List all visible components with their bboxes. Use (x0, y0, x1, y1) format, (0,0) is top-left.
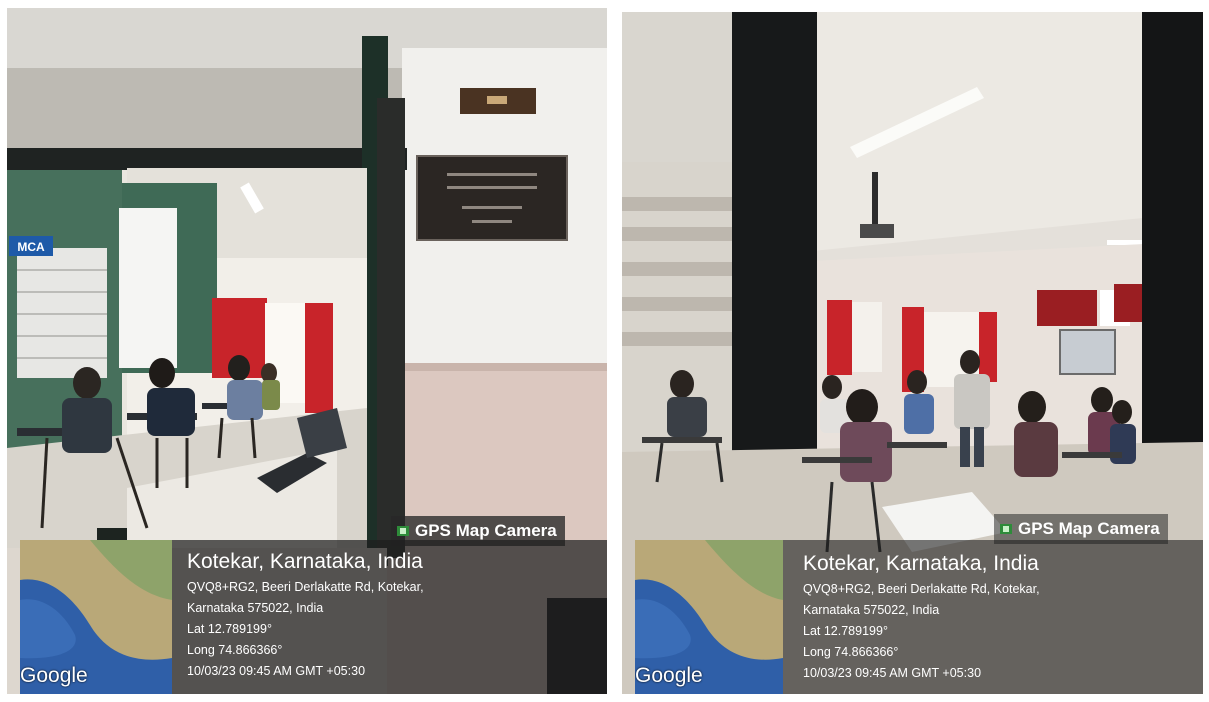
longitude: Long 74.866366° (803, 645, 899, 659)
location-stamp: Google Kotekar, Karnataka, India QVQ8+RG… (20, 540, 607, 694)
address-line-1: QVQ8+RG2, Beeri Derlakatte Rd, Kotekar, (187, 580, 424, 594)
address-line-2: Karnataka 575022, India (187, 601, 324, 615)
latitude: Lat 12.789199° (803, 624, 888, 638)
latitude: Lat 12.789199° (187, 622, 272, 636)
address-line-2: Karnataka 575022, India (803, 603, 940, 617)
timestamp: 10/03/23 09:45 AM GMT +05:30 (803, 666, 982, 680)
location-info: Kotekar, Karnataka, India QVQ8+RG2, Beer… (187, 550, 424, 682)
gps-camera-icon (397, 526, 409, 536)
door-sign-text: MCA (17, 240, 45, 254)
longitude: Long 74.866366° (187, 643, 283, 657)
address-line-1: QVQ8+RG2, Beeri Derlakatte Rd, Kotekar, (803, 582, 1040, 596)
location-info: Kotekar, Karnataka, India QVQ8+RG2, Beer… (803, 552, 1040, 684)
map-brand: Google (20, 664, 88, 687)
location-title: Kotekar, Karnataka, India (187, 550, 423, 573)
location-stamp: Google Kotekar, Karnataka, India QVQ8+RG… (635, 540, 1203, 694)
map-thumbnail: Google (635, 540, 783, 694)
gps-camera-icon (1000, 524, 1012, 534)
photo-right: GPS Map Camera Google Kotekar, Karnataka… (622, 12, 1203, 694)
timestamp: 10/03/23 09:45 AM GMT +05:30 (187, 664, 366, 678)
map-thumbnail: Google (20, 540, 172, 694)
photo-left: MCA GPS Map Camera Google Kotekar, Karna… (7, 8, 607, 694)
map-brand: Google (635, 664, 703, 687)
location-title: Kotekar, Karnataka, India (803, 552, 1039, 575)
